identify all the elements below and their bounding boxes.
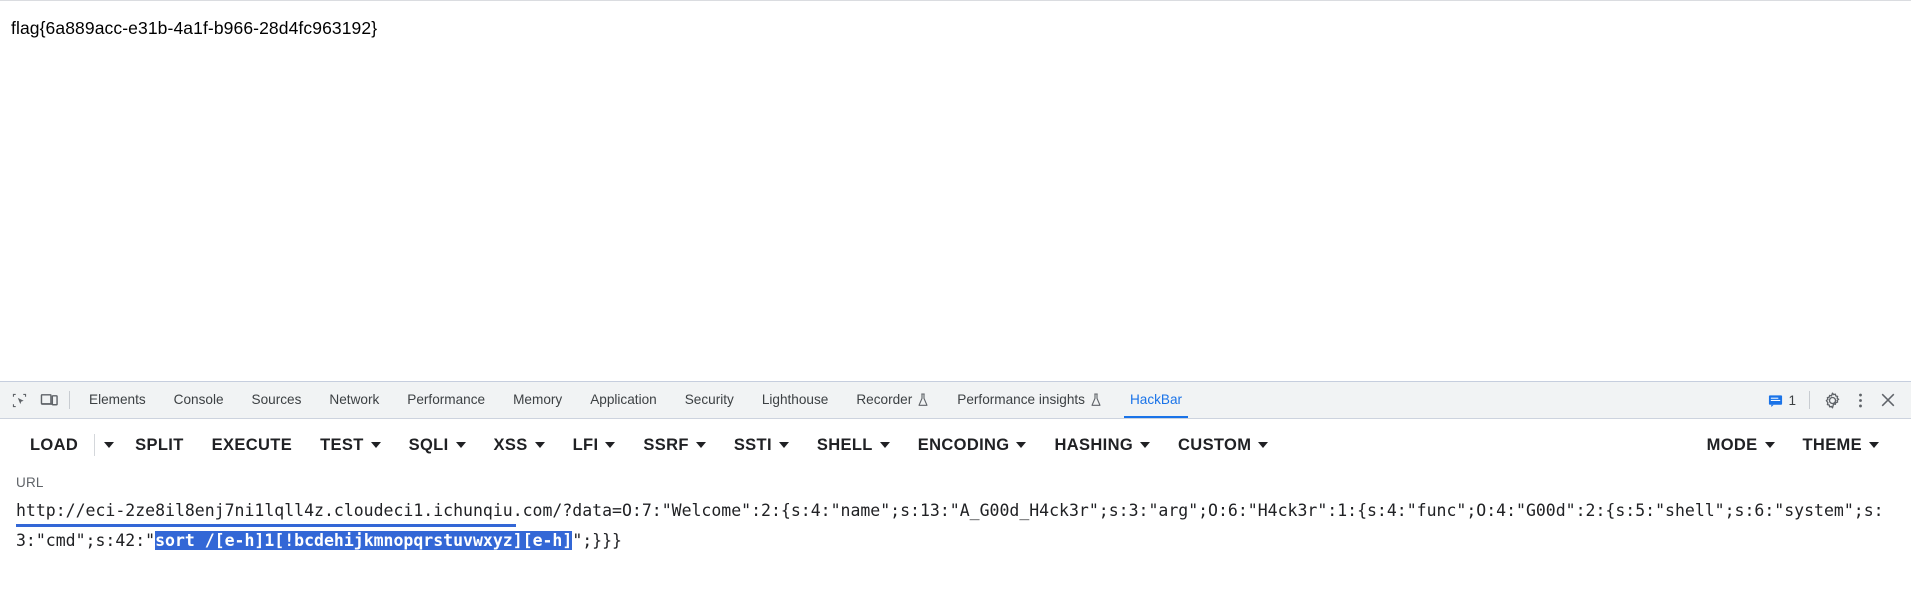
hackbar-load-button[interactable]: LOAD [16, 430, 92, 461]
hackbar-url-area: URL http://eci-2ze8il8enj7ni1lqll4z.clou… [0, 467, 1911, 556]
tab-label: HackBar [1129, 392, 1183, 408]
tab-label: Recorder [856, 392, 913, 408]
button-label: EXECUTE [211, 435, 293, 454]
experiment-flask-icon [918, 393, 928, 406]
tab-label: Network [329, 392, 380, 408]
hackbar-shell-menu[interactable]: SHELL [803, 430, 904, 461]
experiment-flask-icon [1091, 393, 1101, 406]
chevron-down-icon [1140, 442, 1151, 448]
hackbar-split-button[interactable]: SPLIT [121, 430, 198, 461]
url-text-suffix: ";}}} [572, 531, 622, 550]
console-message-icon[interactable] [1764, 385, 1786, 415]
button-label: LFI [572, 435, 599, 454]
hackbar-panel: LOAD SPLIT EXECUTE TEST SQLI XSS LFI SSR… [0, 419, 1911, 609]
tab-lighthouse[interactable]: Lighthouse [748, 382, 843, 418]
tab-label: Performance [407, 392, 486, 408]
hackbar-lfi-menu[interactable]: LFI [559, 430, 630, 461]
hackbar-custom-menu[interactable]: CUSTOM [1164, 430, 1282, 461]
tab-security[interactable]: Security [671, 382, 748, 418]
chevron-down-icon [695, 442, 706, 448]
button-label: SSTI [733, 435, 772, 454]
tab-label: Memory [513, 392, 563, 408]
chevron-down-icon [778, 442, 789, 448]
button-label: MODE [1706, 435, 1758, 454]
tab-label: Lighthouse [761, 392, 829, 408]
url-field-label: URL [16, 475, 44, 490]
hackbar-ssti-menu[interactable]: SSTI [720, 430, 803, 461]
tab-label: Elements [89, 392, 146, 408]
hackbar-execute-button[interactable]: EXECUTE [198, 430, 306, 461]
console-message-count: 1 [1788, 392, 1796, 408]
browser-window: flag{6a889acc-e31b-4a1f-b966-28d4fc96319… [0, 0, 1911, 609]
button-label: LOAD [30, 435, 79, 454]
tab-label: Console [173, 392, 224, 408]
tab-label: Performance insights [957, 392, 1085, 408]
button-label: CUSTOM [1178, 435, 1252, 454]
button-label: SHELL [816, 435, 873, 454]
hackbar-encoding-menu[interactable]: ENCODING [904, 430, 1041, 461]
tab-application[interactable]: Application [576, 382, 671, 418]
tab-performance[interactable]: Performance [393, 382, 499, 418]
tab-label: Security [684, 392, 734, 408]
chevron-down-icon [1258, 442, 1269, 448]
url-input-focus-underline [16, 524, 516, 527]
button-label: SQLI [408, 435, 449, 454]
tab-label: Sources [251, 392, 302, 408]
devtools-tabbar-right: 1 [1764, 382, 1911, 418]
button-label: XSS [493, 435, 528, 454]
url-input-box[interactable]: http://eci-2ze8il8enj7ni1lqll4z.cloudeci… [16, 496, 1895, 556]
tab-memory[interactable]: Memory [499, 382, 576, 418]
chevron-down-icon [370, 442, 381, 448]
button-label: THEME [1802, 435, 1862, 454]
chevron-down-icon [605, 442, 616, 448]
close-icon[interactable] [1873, 385, 1903, 415]
button-label: ENCODING [917, 435, 1010, 454]
chevron-down-icon [1764, 442, 1775, 448]
hackbar-test-menu[interactable]: TEST [306, 430, 395, 461]
tab-sources[interactable]: Sources [238, 382, 316, 418]
hackbar-ssrf-menu[interactable]: SSRF [629, 430, 719, 461]
hackbar-mode-menu[interactable]: MODE [1693, 430, 1789, 461]
tabbar-divider [69, 391, 70, 409]
chevron-down-icon [879, 442, 890, 448]
tab-performance-insights[interactable]: Performance insights [943, 382, 1116, 418]
button-label: SSRF [643, 435, 689, 454]
device-toolbar-icon[interactable] [34, 385, 64, 415]
hackbar-sqli-menu[interactable]: SQLI [395, 430, 480, 461]
tab-recorder[interactable]: Recorder [842, 382, 943, 418]
tab-console[interactable]: Console [160, 382, 238, 418]
chevron-down-icon [1016, 442, 1027, 448]
page-viewport: flag{6a889acc-e31b-4a1f-b966-28d4fc96319… [0, 0, 1911, 381]
toolbar-divider [94, 434, 96, 456]
gear-icon[interactable] [1817, 385, 1847, 415]
hackbar-hashing-menu[interactable]: HASHING [1040, 430, 1164, 461]
button-label: HASHING [1054, 435, 1134, 454]
tabbar-divider-right [1809, 391, 1810, 409]
hackbar-load-dropdown[interactable] [97, 436, 121, 454]
inspect-element-icon[interactable] [4, 385, 34, 415]
devtools-tab-list: Elements Console Sources Network Perform… [75, 382, 1764, 418]
tab-network[interactable]: Network [315, 382, 393, 418]
more-vertical-icon[interactable] [1849, 385, 1871, 415]
console-message-badge[interactable]: 1 [1764, 385, 1802, 415]
button-label: SPLIT [135, 435, 184, 454]
chevron-down-icon [534, 442, 545, 448]
tab-label: Application [590, 392, 657, 408]
hackbar-theme-menu[interactable]: THEME [1789, 430, 1894, 461]
button-label: TEST [320, 435, 364, 454]
chevron-down-icon [455, 442, 466, 448]
chevron-down-icon [104, 442, 115, 448]
tab-elements[interactable]: Elements [75, 382, 160, 418]
devtools-tabbar: Elements Console Sources Network Perform… [0, 382, 1911, 419]
tab-hackbar[interactable]: HackBar [1116, 382, 1196, 418]
devtools-panel: Elements Console Sources Network Perform… [0, 381, 1911, 609]
chevron-down-icon [1869, 442, 1879, 448]
flag-text: flag{6a889acc-e31b-4a1f-b966-28d4fc96319… [11, 18, 378, 38]
devtools-tabbar-left [0, 382, 75, 418]
hackbar-toolbar: LOAD SPLIT EXECUTE TEST SQLI XSS LFI SSR… [0, 423, 1911, 467]
url-text-selection: sort /[e-h]1[!bcdehijkmnopqrstuvwxyz][e-… [155, 531, 573, 550]
hackbar-xss-menu[interactable]: XSS [480, 430, 559, 461]
